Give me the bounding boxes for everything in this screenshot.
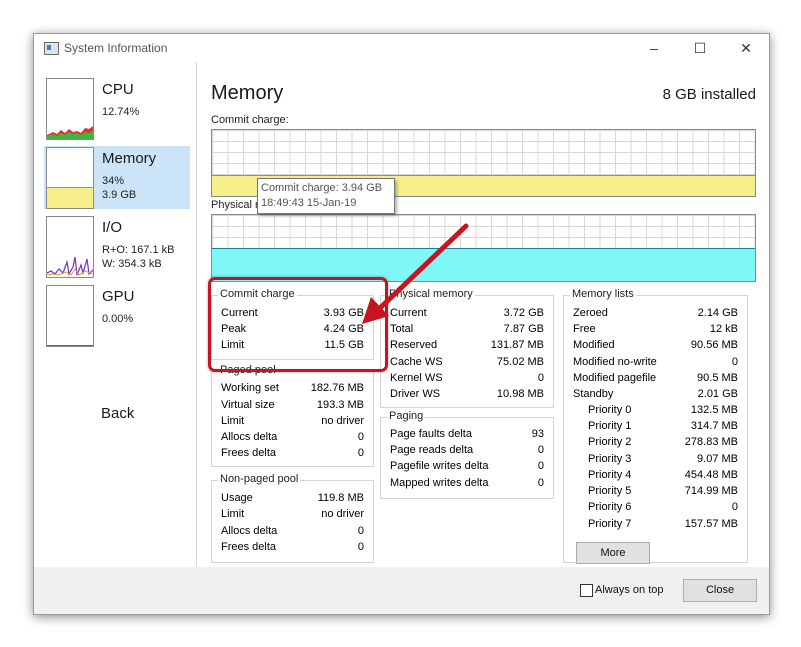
maximize-icon[interactable]: ☐ <box>688 38 712 58</box>
physical-memory-graph <box>211 214 756 282</box>
table-row: Limit no driver <box>221 415 364 427</box>
table-row: Virtual size 193.3 MB <box>221 399 364 411</box>
sidebar: CPU 12.74% Memory 34% 3.9 GB I/O R+O: 16… <box>34 62 196 567</box>
cpu-thumbnail-graph <box>46 78 94 140</box>
table-row: Pagefile writes delta 0 <box>390 460 544 472</box>
table-row: Zeroed 2.14 GB <box>573 307 738 319</box>
sidebar-item-label: CPU <box>102 81 134 98</box>
cpu-usage-value: 12.74% <box>102 106 140 118</box>
commit-graph-label: Commit charge: <box>211 114 289 126</box>
paged-pool-group: Paged pool Working set 182.76 MB Virtual … <box>211 364 374 467</box>
group-title: Physical memory <box>387 288 475 300</box>
table-row: Priority 0 132.5 MB <box>588 404 738 416</box>
table-row: Allocs delta 0 <box>221 431 364 443</box>
table-row: Driver WS 10.98 MB <box>390 388 544 400</box>
group-title: Memory lists <box>570 288 636 300</box>
installed-memory-label: 8 GB installed <box>662 86 756 103</box>
always-on-top-checkbox[interactable] <box>580 584 593 597</box>
dialog-footer: Always on top Close <box>34 567 769 614</box>
table-row: Page faults delta 93 <box>390 428 544 440</box>
table-row: Kernel WS 0 <box>390 372 544 384</box>
page-title: Memory <box>211 82 284 104</box>
sidebar-item-label: GPU <box>102 288 135 305</box>
memory-percent-value: 34% <box>102 175 125 187</box>
table-row: Standby 2.01 GB <box>573 388 738 400</box>
table-row: Modified pagefile 90.5 MB <box>573 372 738 384</box>
sidebar-item-label: I/O <box>102 219 123 236</box>
gpu-usage-value: 0.00% <box>102 313 134 325</box>
table-row: Cache WS 75.02 MB <box>390 356 544 368</box>
memory-lists-group: Memory lists Zeroed 2.14 GB Free 12 kB Mod… <box>563 288 748 564</box>
io-write-value: W: 354.3 kB <box>102 258 162 270</box>
io-thumbnail-graph <box>46 216 94 278</box>
table-row: Limit no driver <box>221 508 364 520</box>
table-row: Priority 7 157.57 MB <box>588 518 738 530</box>
table-row: Free 12 kB <box>573 323 738 335</box>
table-row: Priority 60 <box>588 501 738 513</box>
physical-memory-group: Physical memory Current 3.72 GB Total 7.87… <box>380 288 554 408</box>
table-row: Modified no-write 0 <box>573 356 738 368</box>
sidebar-item-label: Memory <box>102 150 157 167</box>
table-row: Modified 90.56 MB <box>573 339 738 351</box>
io-read-value: R+O: 167.1 kB <box>102 244 175 256</box>
minimize-icon[interactable]: – <box>642 38 666 58</box>
nonpaged-pool-group: Non-paged pool Usage 119.8 MB Limit no dri… <box>211 473 374 563</box>
back-button[interactable]: Back <box>101 405 134 422</box>
group-title: Non-paged pool <box>218 473 301 485</box>
table-row: Mapped writes delta 0 <box>390 477 544 489</box>
app-icon <box>44 42 59 55</box>
commit-charge-tooltip: Commit charge: 3.94 GB 18:49:43 15-Jan-1… <box>257 178 395 214</box>
gpu-thumbnail-graph <box>46 285 94 347</box>
sidebar-item-io[interactable]: I/O R+O: 167.1 kB W: 354.3 kB <box>44 215 190 278</box>
table-row: Priority 4 454.48 MB <box>588 469 738 481</box>
memory-amount-value: 3.9 GB <box>102 189 137 201</box>
title-bar: System Information – ☐ ✕ <box>34 34 769 62</box>
table-row: Total 7.87 GB <box>390 323 544 335</box>
more-button[interactable]: More <box>576 542 650 564</box>
table-row: Priority 5 714.99 MB <box>588 485 738 497</box>
physical-memory-line <box>212 248 755 249</box>
memory-thumbnail-graph <box>46 147 94 209</box>
paging-group: Paging Page faults delta 93 Page reads de… <box>380 410 554 499</box>
close-icon[interactable]: ✕ <box>734 38 758 58</box>
commit-charge-line <box>212 175 755 176</box>
table-row: Reserved 131.87 MB <box>390 339 544 351</box>
table-row: Working set 182.76 MB <box>221 382 364 394</box>
table-row: Priority 2 278.83 MB <box>588 436 738 448</box>
tooltip-timestamp: 18:49:43 15-Jan-19 <box>261 197 357 209</box>
close-button[interactable]: Close <box>683 579 757 602</box>
annotation-highlight-box <box>208 277 388 372</box>
window-title: System Information <box>64 41 168 55</box>
table-row: Page reads delta 0 <box>390 444 544 456</box>
system-information-window: System Information – ☐ ✕ CPU 12.74% Memo… <box>33 33 770 615</box>
sidebar-divider <box>196 62 197 567</box>
table-row: Frees delta 0 <box>221 541 364 553</box>
sidebar-item-cpu[interactable]: CPU 12.74% <box>44 77 190 140</box>
table-row: Current 3.72 GB <box>390 307 544 319</box>
tooltip-value: Commit charge: 3.94 GB <box>261 182 383 194</box>
table-row: Frees delta 0 <box>221 447 364 459</box>
always-on-top-label[interactable]: Always on top <box>595 584 663 596</box>
table-row: Priority 1 314.7 MB <box>588 420 738 432</box>
group-title: Paging <box>387 410 426 422</box>
table-row: Priority 3 9.07 MB <box>588 453 738 465</box>
sidebar-item-memory[interactable]: Memory 34% 3.9 GB <box>44 146 190 209</box>
table-row: Allocs delta 0 <box>221 525 364 537</box>
table-row: Usage 119.8 MB <box>221 492 364 504</box>
sidebar-item-gpu[interactable]: GPU 0.00% <box>44 284 190 347</box>
